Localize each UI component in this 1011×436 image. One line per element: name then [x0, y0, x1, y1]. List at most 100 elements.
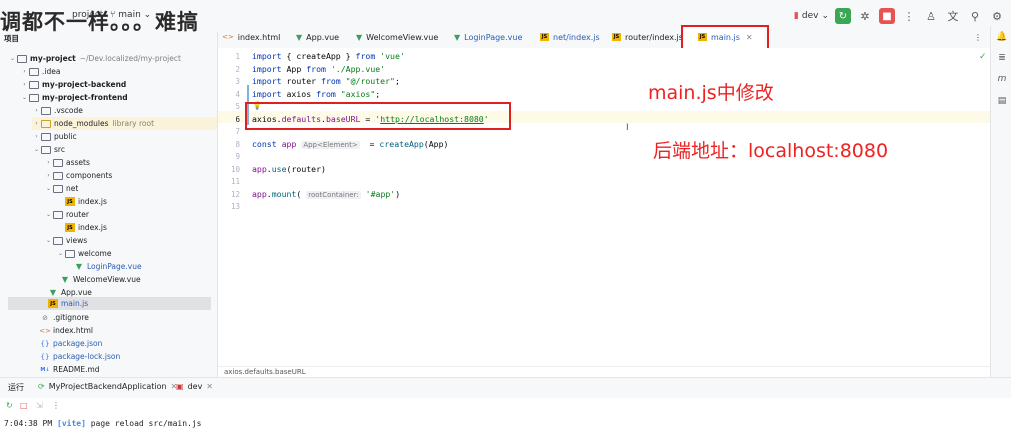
- tree-item[interactable]: › my-project-backend: [20, 78, 126, 91]
- run-config-selector[interactable]: ▮ dev ⌄: [794, 11, 829, 21]
- tab-net-index[interactable]: JS net/index.js: [540, 26, 600, 48]
- chevron-right-icon: ›: [47, 172, 50, 179]
- code-line-1: import { createApp } from 'vue': [252, 51, 405, 61]
- debug-icon[interactable]: ✲: [857, 8, 873, 24]
- vue-file-icon: ▼: [454, 32, 461, 42]
- folder-icon: [53, 158, 63, 167]
- tree-item[interactable]: › .vscode: [32, 104, 83, 117]
- tree-item-selected[interactable]: JS main.js: [8, 297, 211, 310]
- chevron-down-icon: ⌄: [45, 237, 52, 244]
- tree-item[interactable]: JS index.js: [56, 221, 107, 234]
- tree-item[interactable]: › node_modules library root: [32, 117, 217, 130]
- run-config-icon: ▮: [793, 11, 799, 21]
- spring-icon: ⟳: [38, 382, 45, 391]
- chevron-down-icon: ⌄: [21, 94, 28, 101]
- chevron-down-icon: ⌄: [45, 211, 52, 218]
- user-icon[interactable]: ♙: [923, 8, 939, 24]
- markdown-file-icon: M↓: [40, 366, 50, 373]
- folder-icon: [41, 145, 51, 154]
- tree-item[interactable]: › .idea: [20, 65, 60, 78]
- highlight-box-tab: [681, 25, 769, 50]
- tree-item[interactable]: <> index.html: [39, 324, 93, 337]
- tree-item[interactable]: JS index.js: [56, 195, 107, 208]
- folder-icon: [53, 184, 63, 193]
- folder-icon: [65, 249, 75, 258]
- chevron-right-icon: ›: [23, 81, 26, 88]
- tab-index-html[interactable]: <> index.html: [222, 26, 280, 48]
- tree-item[interactable]: ▼ LoginPage.vue: [74, 260, 142, 273]
- chevron-right-icon: ›: [35, 133, 38, 140]
- more-icon[interactable]: ⋮: [901, 8, 917, 24]
- folder-icon: [53, 171, 63, 180]
- maven-icon[interactable]: m: [996, 74, 1008, 86]
- js-file-icon: JS: [65, 197, 75, 206]
- run-toolbar: ↻ □ ⇲ ⋮: [0, 398, 1011, 414]
- tab-app-vue[interactable]: ▼ App.vue: [296, 26, 339, 48]
- tree-item[interactable]: ⌄ net: [44, 182, 78, 195]
- tree-item[interactable]: M↓ README.md: [40, 363, 99, 376]
- more-icon[interactable]: ⋮: [52, 401, 60, 410]
- chevron-right-icon: ›: [47, 159, 50, 166]
- tab-router-index[interactable]: JS router/index.js: [612, 26, 683, 48]
- rerun-icon[interactable]: ↻: [6, 401, 13, 410]
- html-file-icon: <>: [222, 33, 234, 41]
- run-panel-label: 运行: [8, 383, 24, 392]
- folder-icon: [41, 132, 51, 141]
- tree-item[interactable]: › assets: [44, 156, 90, 169]
- tree-item[interactable]: ⌄ views: [44, 234, 87, 247]
- tree-item[interactable]: › components: [44, 169, 112, 182]
- code-line-4: import axios from "axios";: [252, 88, 381, 99]
- vue-file-icon: ▼: [61, 275, 69, 284]
- run-icon[interactable]: ↻: [835, 8, 851, 24]
- folder-icon: [53, 236, 63, 245]
- stop-icon[interactable]: □: [20, 401, 28, 410]
- line-number: 11: [230, 177, 240, 186]
- tree-item[interactable]: {} package.json: [40, 337, 103, 350]
- line-number: 13: [230, 202, 240, 211]
- vue-file-icon: ▼: [356, 32, 363, 42]
- settings-icon[interactable]: ⚙: [989, 8, 1005, 24]
- stop-icon[interactable]: ■: [879, 8, 895, 24]
- line-number: 7: [235, 127, 240, 136]
- line-number: 6: [235, 114, 240, 124]
- line-number: 4: [235, 89, 240, 99]
- code-editor[interactable]: 1 2 3 4 5 6 7 8 9 10 11 12 13 import { c…: [218, 48, 990, 366]
- line-number: 9: [235, 152, 240, 161]
- tree-item[interactable]: ⌄ welcome: [56, 247, 111, 260]
- tree-item[interactable]: ▼ WelcomeView.vue: [60, 273, 141, 286]
- tree-item[interactable]: ⌄ src: [32, 143, 65, 156]
- tab-welcome-view[interactable]: ▼ WelcomeView.vue: [356, 26, 438, 48]
- chevron-down-icon: ⌄: [9, 55, 16, 62]
- restore-layout-icon[interactable]: ⇲: [36, 401, 43, 410]
- folder-icon: [41, 106, 51, 115]
- folder-icon: [29, 67, 39, 76]
- json-file-icon: {}: [40, 352, 50, 361]
- chevron-right-icon: ›: [23, 68, 26, 75]
- tree-item[interactable]: ⊘ .gitignore: [40, 311, 89, 324]
- chevron-down-icon: ⌄: [57, 250, 64, 257]
- search-icon[interactable]: ⚲: [967, 8, 983, 24]
- module-icon: [29, 93, 39, 102]
- translate-icon[interactable]: 文: [945, 8, 961, 24]
- vue-file-icon: ▼: [75, 262, 83, 271]
- close-icon[interactable]: ✕: [206, 382, 213, 391]
- highlight-box-code: [245, 102, 511, 130]
- database-icon[interactable]: ≣: [996, 53, 1008, 65]
- run-tab-backend[interactable]: ⟳ MyProjectBackendApplication ✕: [38, 382, 177, 391]
- editor-tabs: <> index.html ▼ App.vue ▼ WelcomeView.vu…: [218, 26, 990, 49]
- notifications-icon[interactable]: 🔔: [996, 32, 1008, 44]
- tree-item[interactable]: ⌄ my-project ~/Dev.localized/my-project: [8, 52, 181, 65]
- vue-file-icon: ▼: [49, 288, 57, 297]
- markdown-preview-icon[interactable]: ▤: [996, 96, 1008, 108]
- console-output[interactable]: 7:04:38 PM [vite] page reload src/main.j…: [4, 419, 202, 428]
- line-number: 5: [235, 102, 240, 111]
- tree-item[interactable]: › public: [32, 130, 76, 143]
- tree-item[interactable]: ⌄ my-project-frontend: [20, 91, 128, 104]
- more-tabs-icon[interactable]: ⋮: [974, 26, 982, 48]
- run-tab-dev[interactable]: ▣ dev ✕: [176, 382, 213, 391]
- tab-login-page[interactable]: ▼ LoginPage.vue: [454, 26, 522, 48]
- gitignore-icon: ⊘: [42, 313, 48, 322]
- tree-item[interactable]: ⌄ router: [44, 208, 89, 221]
- tree-item[interactable]: {} package-lock.json: [40, 350, 121, 363]
- text-cursor-icon: I: [626, 123, 629, 133]
